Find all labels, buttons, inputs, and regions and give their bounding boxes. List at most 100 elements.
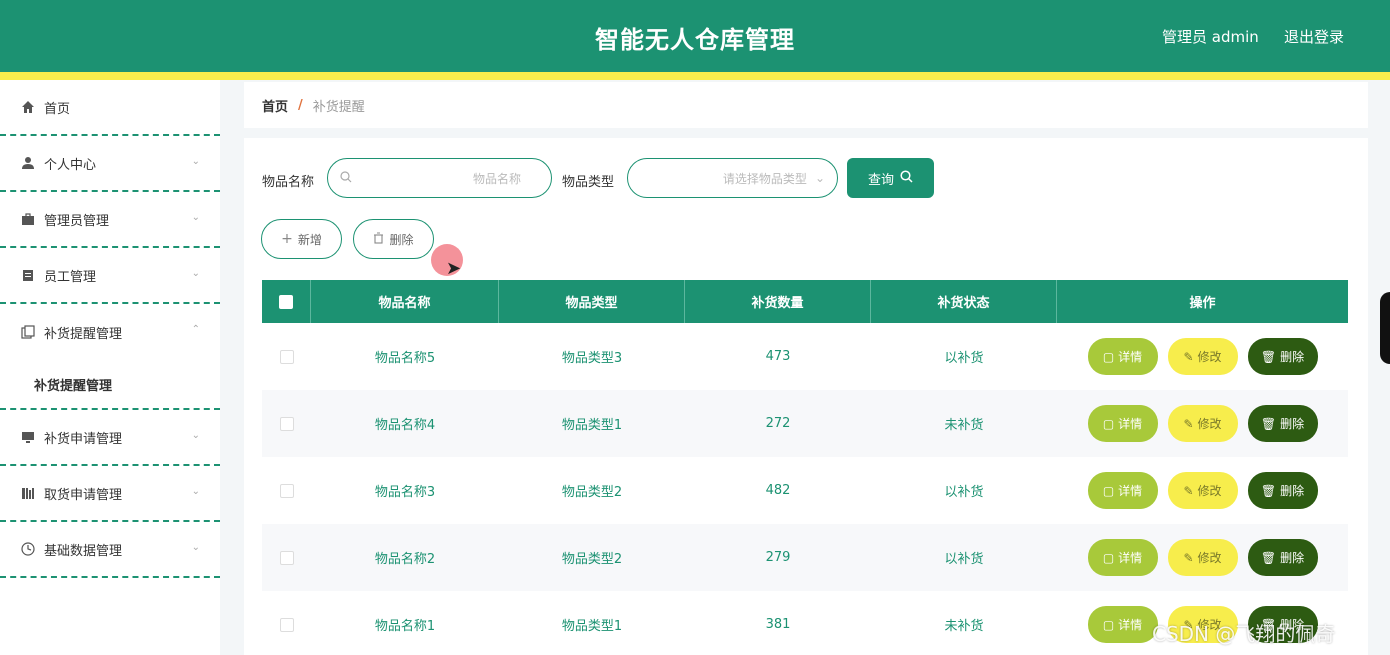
row-checkbox[interactable] — [279, 349, 294, 364]
item-type-select[interactable]: 请选择物品类型 ⌄ — [627, 158, 838, 198]
table-row: 物品名称2 物品类型2 279 以补货 ▢ 详情 ✎ 修改 🗑 删除 — [262, 524, 1348, 591]
delete-label: 删除 — [1280, 350, 1305, 364]
cell-actions: ▢ 详情 ✎ 修改 🗑 删除 — [1057, 323, 1348, 390]
sidebar-item-admin[interactable]: 管理员管理 ⌄ — [0, 192, 220, 248]
cell-actions: ▢ 详情 ✎ 修改 🗑 删除 — [1057, 457, 1348, 524]
search-button-label: 查询 — [867, 172, 894, 188]
table-row: 物品名称4 物品类型1 272 未补货 ▢ 详情 ✎ 修改 🗑 删除 — [262, 390, 1348, 457]
sidebar-item-restock-reminder[interactable]: 补货提醒管理 ⌃ — [0, 304, 220, 360]
cell-item-type: 物品类型3 — [561, 351, 623, 366]
cell-quantity: 473 — [765, 349, 791, 364]
detail-label: 详情 — [1118, 618, 1143, 632]
breadcrumb-home[interactable]: 首页 — [262, 96, 288, 115]
document-icon: ▢ — [1102, 550, 1115, 565]
edit-button[interactable]: ✎ 修改 — [1167, 539, 1238, 576]
delete-label: 删除 — [1280, 484, 1305, 498]
detail-button[interactable]: ▢ 详情 — [1087, 338, 1158, 375]
chevron-down-icon: ⌄ — [191, 430, 200, 441]
sidebar-subitem-restock-reminder[interactable]: 补货提醒管理 — [0, 360, 220, 410]
top-header: 智能无人仓库管理 管理员 admin 退出登录 — [0, 0, 1390, 72]
cell-status: 以补货 — [944, 552, 984, 567]
detail-button[interactable]: ▢ 详情 — [1087, 472, 1158, 509]
row-checkbox[interactable] — [279, 550, 294, 565]
trash-icon — [373, 231, 384, 247]
edit-label: 修改 — [1197, 551, 1222, 565]
sidebar-item-staff[interactable]: 员工管理 ⌄ — [0, 248, 220, 304]
cell-quantity: 381 — [765, 617, 791, 632]
edit-label: 修改 — [1197, 350, 1222, 364]
detail-button[interactable]: ▢ 详情 — [1087, 539, 1158, 576]
chevron-down-icon: ⌄ — [191, 156, 200, 167]
cell-quantity: 482 — [765, 483, 791, 498]
item-name-search-input[interactable]: 物品名称 — [327, 158, 552, 198]
edit-button[interactable]: ✎ 修改 — [1167, 338, 1238, 375]
breadcrumb: 首页 / 补货提醒 — [244, 82, 1368, 128]
column-header: 物品名称 — [311, 280, 499, 323]
row-checkbox[interactable] — [279, 483, 294, 498]
document-icon: ▢ — [1102, 416, 1115, 431]
mouse-cursor-icon: ➤ — [446, 258, 462, 279]
cell-quantity: 279 — [765, 550, 791, 565]
user-icon — [20, 155, 36, 171]
detail-label: 详情 — [1118, 484, 1143, 498]
add-button-label: 新增 — [297, 232, 322, 247]
add-button[interactable]: + 新增 — [261, 219, 342, 259]
sidebar-item-label: 补货提醒管理 — [44, 326, 123, 342]
chevron-down-icon: ⌄ — [191, 212, 200, 223]
sidebar-item-home[interactable]: 首页 — [0, 80, 220, 136]
document-icon: ▢ — [1102, 617, 1115, 632]
trash-icon: 🗑 — [1260, 416, 1277, 431]
edit-button[interactable]: ✎ 修改 — [1167, 405, 1238, 442]
delete-button[interactable]: 🗑 删除 — [1247, 539, 1318, 576]
row-checkbox[interactable] — [279, 617, 294, 632]
sidebar-item-base-data[interactable]: 基础数据管理 ⌄ — [0, 522, 220, 578]
chevron-down-icon: ⌄ — [191, 268, 200, 279]
cell-status: 未补货 — [944, 418, 984, 433]
sidebar: 首页 个人中心 ⌄ 管理员管理 ⌄ 员工管理 ⌄ 补货提醒管理 ⌃ 补货提醒管理… — [0, 80, 220, 655]
detail-button[interactable]: ▢ 详情 — [1087, 606, 1158, 643]
sidebar-item-label: 基础数据管理 — [44, 543, 123, 559]
current-user-label: 管理员 admin — [1162, 28, 1259, 46]
pencil-icon: ✎ — [1183, 483, 1194, 498]
cell-item-type: 物品类型2 — [561, 485, 623, 500]
chevron-down-icon: ⌄ — [191, 486, 200, 497]
table-row: 物品名称5 物品类型3 473 以补货 ▢ 详情 ✎ 修改 🗑 删除 — [262, 323, 1348, 390]
delete-button[interactable]: 🗑 删除 — [1247, 338, 1318, 375]
edit-label: 修改 — [1197, 417, 1222, 431]
cell-item-type: 物品类型1 — [561, 418, 623, 433]
delete-button[interactable]: 🗑 删除 — [1247, 405, 1318, 442]
chevron-down-icon: ⌄ — [191, 542, 200, 553]
batch-delete-label: 删除 — [389, 232, 414, 247]
batch-delete-button[interactable]: 删除 — [353, 219, 434, 259]
trash-icon: 🗑 — [1260, 483, 1277, 498]
detail-button[interactable]: ▢ 详情 — [1087, 405, 1158, 442]
header-accent-strip — [0, 72, 1390, 80]
delete-button[interactable]: 🗑 删除 — [1247, 472, 1318, 509]
chevron-down-icon: ⌄ — [814, 171, 825, 185]
search-icon — [900, 169, 913, 187]
sidebar-item-label: 取货申请管理 — [44, 487, 123, 503]
document-icon: ▢ — [1102, 483, 1115, 498]
chevron-up-icon: ⌃ — [191, 324, 200, 335]
bars-icon — [20, 485, 36, 501]
table-row: 物品名称3 物品类型2 482 以补货 ▢ 详情 ✎ 修改 🗑 删除 — [262, 457, 1348, 524]
cell-actions: ▢ 详情 ✎ 修改 🗑 删除 — [1057, 390, 1348, 457]
search-button[interactable]: 查询 — [847, 158, 934, 198]
side-panel-toggle[interactable] — [1380, 292, 1390, 364]
cell-item-name: 物品名称3 — [374, 485, 436, 500]
sidebar-item-restock-request[interactable]: 补货申请管理 ⌄ — [0, 410, 220, 466]
select-all-checkbox[interactable] — [279, 294, 293, 309]
sidebar-item-pickup-request[interactable]: 取货申请管理 ⌄ — [0, 466, 220, 522]
trash-icon: 🗑 — [1260, 550, 1277, 565]
clipboard-icon — [20, 267, 36, 283]
cell-status: 以补货 — [944, 485, 984, 500]
row-checkbox[interactable] — [279, 416, 294, 431]
column-header: 补货数量 — [685, 280, 871, 323]
edit-button[interactable]: ✎ 修改 — [1167, 472, 1238, 509]
cell-item-type: 物品类型1 — [561, 619, 623, 634]
column-header: 补货状态 — [871, 280, 1057, 323]
select-all-cell — [262, 280, 311, 323]
sidebar-item-personal[interactable]: 个人中心 ⌄ — [0, 136, 220, 192]
detail-label: 详情 — [1118, 350, 1143, 364]
logout-link[interactable]: 退出登录 — [1284, 26, 1344, 47]
